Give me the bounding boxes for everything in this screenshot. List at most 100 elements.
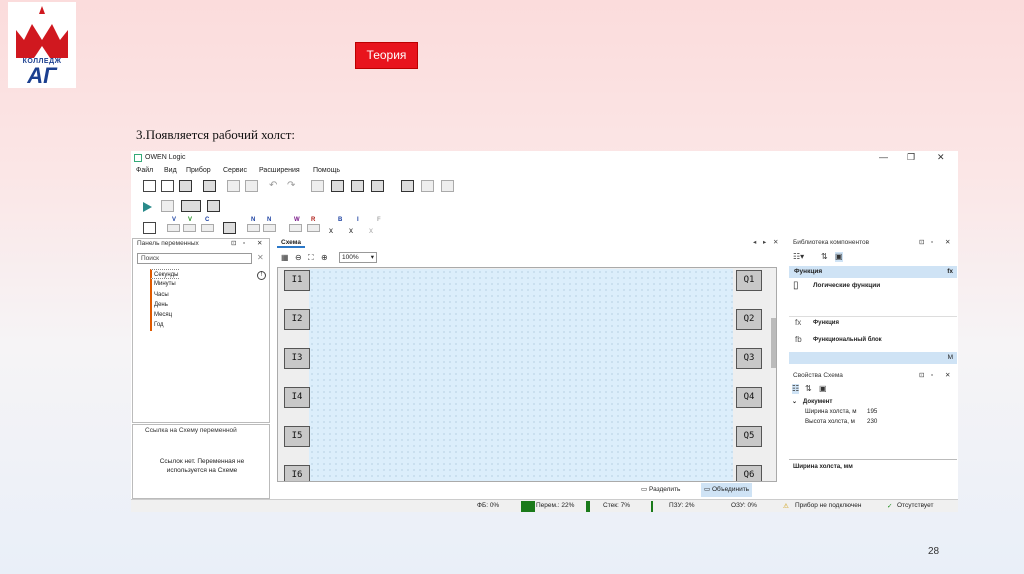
function-block-item[interactable]: fb Функциональный блок (789, 334, 957, 348)
simulation-icon[interactable] (161, 200, 174, 212)
new-file-icon[interactable] (143, 180, 156, 192)
redo-icon[interactable]: ↷ (287, 180, 300, 192)
categorized-icon[interactable]: ☷ (792, 384, 800, 394)
menu-help[interactable]: Помощь (313, 167, 340, 174)
tab-menu-icon[interactable]: ◂ (753, 238, 756, 246)
minimize-button[interactable]: — (879, 152, 888, 162)
device-settings-icon[interactable] (351, 180, 364, 192)
pin-icon[interactable]: ⊡ (231, 239, 236, 249)
group-icon[interactable]: ▣ (835, 252, 843, 262)
zoom-in-icon[interactable]: ⊕ (321, 253, 328, 262)
clear-search-icon[interactable]: ✕ (257, 253, 264, 262)
variable-item[interactable]: Минуты (150, 279, 179, 290)
pin-icon[interactable]: ⊡ (919, 371, 924, 381)
input-i1[interactable]: I1 (284, 270, 310, 291)
paste-icon[interactable] (245, 180, 258, 192)
grid-icon[interactable]: ▦ (281, 253, 289, 262)
view-mode-icon[interactable]: ☷▾ (793, 252, 804, 262)
device-write-icon[interactable] (371, 180, 384, 192)
property-pages-icon[interactable]: ▣ (819, 384, 827, 394)
bool-icon[interactable]: x (329, 226, 342, 238)
input-i5[interactable]: I5 (284, 426, 310, 447)
bool-label[interactable]: B (338, 217, 342, 223)
macro-edit-icon[interactable] (421, 180, 434, 192)
close-button[interactable]: ✕ (937, 152, 945, 163)
menu-service[interactable]: Сервис (223, 167, 247, 174)
output-q4[interactable]: Q4 (736, 387, 762, 408)
close-panel-icon[interactable]: ✕ (945, 371, 950, 381)
property-group[interactable]: ⌄ Документ (789, 397, 957, 407)
output-q3[interactable]: Q3 (736, 348, 762, 369)
close-panel-icon[interactable]: ✕ (257, 239, 262, 249)
sort-icon[interactable]: ⇅ (821, 252, 828, 262)
float-panel-icon[interactable]: ▫ (931, 238, 933, 248)
block-icon[interactable] (223, 222, 236, 234)
tab-next-icon[interactable]: ▸ (763, 238, 766, 246)
pin-icon[interactable]: ⊡ (919, 238, 924, 248)
zoom-out-icon[interactable]: ⊖ (295, 253, 302, 262)
property-row[interactable]: Высота холста, м 230 (789, 417, 957, 427)
float-panel-icon[interactable]: ▫ (931, 371, 933, 381)
save-icon[interactable] (179, 180, 192, 192)
read-icon[interactable] (307, 224, 320, 232)
float-icon[interactable]: x (369, 226, 382, 238)
text-block-icon[interactable] (143, 222, 156, 234)
const-label[interactable]: C (205, 217, 209, 223)
fit-icon[interactable]: ⛶ (308, 253, 314, 263)
library-section-macros[interactable]: M (789, 352, 957, 364)
merge-button[interactable]: ▭ Объединить (701, 483, 753, 497)
write-icon[interactable] (289, 224, 302, 232)
tab-close-icon[interactable]: ✕ (773, 238, 778, 246)
macro-icon[interactable] (401, 180, 414, 192)
variable-item[interactable]: День (150, 299, 179, 311)
schema-canvas[interactable] (309, 269, 733, 481)
var-in-label[interactable]: V (172, 217, 176, 223)
net-out-icon[interactable] (263, 224, 276, 232)
net-in-label[interactable]: N (251, 217, 255, 223)
zoom-select[interactable]: 100% ▾ (339, 252, 377, 263)
menu-device[interactable]: Прибор (186, 167, 211, 174)
device-info-icon[interactable] (331, 180, 344, 192)
menu-file[interactable]: Файл (136, 167, 153, 174)
output-q2[interactable]: Q2 (736, 309, 762, 330)
variable-item[interactable]: Год (150, 320, 179, 331)
write-label[interactable]: W (294, 217, 300, 223)
print-icon[interactable] (203, 180, 216, 192)
device-read-icon[interactable] (311, 180, 324, 192)
tab-schema[interactable]: Схема (277, 238, 306, 248)
menu-extensions[interactable]: Расширения (259, 167, 300, 174)
input-i4[interactable]: I4 (284, 387, 310, 408)
theory-button[interactable]: Теория (355, 42, 418, 69)
variable-item[interactable]: Секунды (150, 269, 179, 280)
maximize-button[interactable]: ❐ (907, 152, 915, 163)
variable-item[interactable]: Часы (150, 289, 179, 300)
var-out-icon[interactable] (183, 224, 196, 232)
menu-view[interactable]: Вид (164, 167, 177, 174)
float-panel-icon[interactable]: ▫ (243, 239, 245, 249)
open-folder-icon[interactable] (161, 180, 174, 192)
search-input[interactable]: Поиск (137, 253, 252, 264)
library-section-function[interactable]: Функция fx (789, 266, 957, 278)
function-item[interactable]: fx Функция (789, 316, 957, 330)
copy-icon[interactable] (227, 180, 240, 192)
connect-icon[interactable] (181, 200, 201, 212)
close-panel-icon[interactable]: ✕ (945, 238, 950, 248)
input-i2[interactable]: I2 (284, 309, 310, 330)
macro-delete-icon[interactable] (441, 180, 454, 192)
input-i3[interactable]: I3 (284, 348, 310, 369)
output-q1[interactable]: Q1 (736, 270, 762, 291)
info-icon[interactable]: ! (257, 271, 266, 280)
int-label[interactable]: I (357, 217, 359, 223)
var-in-icon[interactable] (167, 224, 180, 232)
input-i6[interactable]: I6 (284, 465, 310, 481)
read-label[interactable]: R (311, 217, 315, 223)
net-in-icon[interactable] (247, 224, 260, 232)
logic-functions-item[interactable]: ▯ Логические функции (789, 280, 957, 294)
vertical-scrollbar[interactable] (770, 268, 776, 481)
float-label[interactable]: F (377, 217, 381, 223)
var-out-label[interactable]: V (188, 217, 192, 223)
const-icon[interactable] (201, 224, 214, 232)
play-icon[interactable] (143, 202, 152, 212)
variable-item[interactable]: Месяц (150, 310, 179, 321)
output-q6[interactable]: Q6 (736, 465, 762, 481)
